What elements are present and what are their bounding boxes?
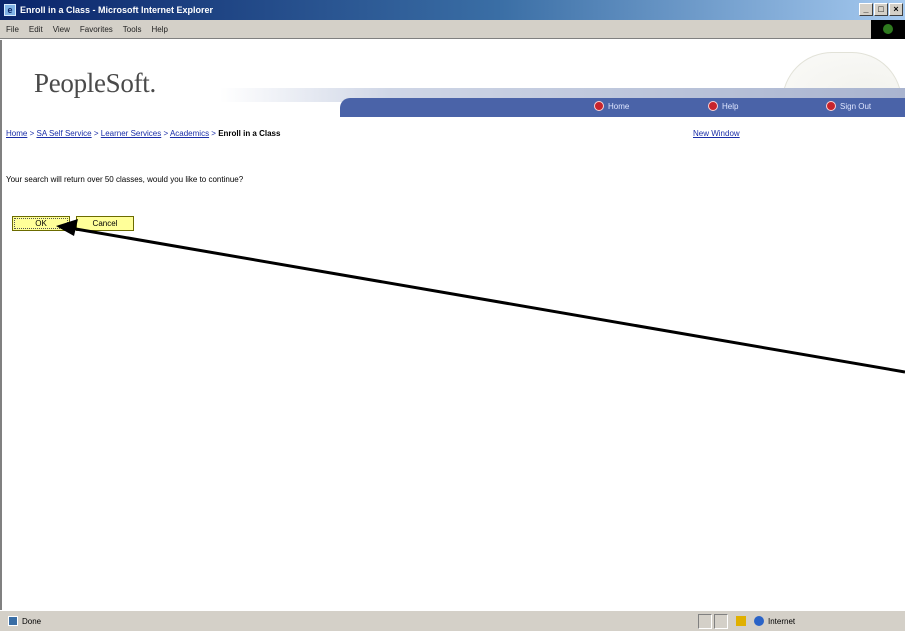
status-cell (698, 614, 712, 629)
breadcrumb-separator: > (211, 129, 216, 138)
nav-signout-label: Sign Out (840, 101, 872, 111)
menu-file[interactable]: File (6, 25, 19, 34)
status-done: Done (8, 616, 41, 626)
help-icon (708, 101, 718, 111)
lock-icon (736, 616, 746, 626)
signout-icon (826, 101, 836, 111)
window-title: Enroll in a Class - Microsoft Internet E… (20, 5, 214, 15)
menu-favorites[interactable]: Favorites (80, 25, 113, 34)
minimize-button[interactable]: _ (859, 3, 873, 16)
internet-zone-icon (754, 616, 764, 626)
nav-help-label: Help (722, 101, 739, 111)
menu-view[interactable]: View (53, 25, 70, 34)
nav-signout-link[interactable]: Sign Out (826, 101, 871, 111)
peoplesoft-logo: PeopleSoft. (34, 68, 156, 98)
windows-logo-throbber (871, 20, 905, 39)
breadcrumb-academics[interactable]: Academics (170, 129, 209, 138)
breadcrumb-sa-self-service[interactable]: SA Self Service (36, 129, 91, 138)
menu-edit[interactable]: Edit (29, 25, 43, 34)
window-controls: _ □ × (859, 3, 903, 16)
close-button[interactable]: × (889, 3, 903, 16)
home-icon (594, 101, 604, 111)
status-bar: Done Internet (0, 610, 905, 631)
page-done-icon (8, 616, 18, 626)
header-nav-bar: Home Help Sign Out (340, 98, 905, 117)
new-window-link[interactable]: New Window (693, 129, 740, 138)
security-zone: Internet (754, 616, 795, 626)
window-title-bar: e Enroll in a Class - Microsoft Internet… (0, 0, 905, 20)
breadcrumb-separator: > (29, 129, 35, 138)
breadcrumb-separator: > (163, 129, 169, 138)
nav-home-link[interactable]: Home (594, 101, 629, 111)
breadcrumb-current: Enroll in a Class (218, 129, 281, 138)
maximize-button[interactable]: □ (874, 3, 888, 16)
peoplesoft-header: PeopleSoft. Home Help Sign Out (2, 40, 905, 118)
breadcrumb-learner-services[interactable]: Learner Services (101, 129, 161, 138)
menu-help[interactable]: Help (151, 25, 167, 34)
nav-home-label: Home (608, 101, 630, 111)
nav-help-link[interactable]: Help (708, 101, 738, 111)
ie-page-icon: e (4, 4, 16, 16)
menu-tools[interactable]: Tools (123, 25, 142, 34)
status-text: Done (22, 616, 42, 626)
breadcrumb-home[interactable]: Home (6, 129, 27, 138)
page-content: PeopleSoft. Home Help Sign Out Home > SA… (0, 40, 905, 610)
cancel-button[interactable]: Cancel (76, 216, 134, 231)
status-cell (714, 614, 728, 629)
zone-label: Internet (768, 616, 796, 626)
breadcrumb-separator: > (93, 129, 99, 138)
breadcrumb: Home > SA Self Service > Learner Service… (6, 129, 280, 138)
confirmation-message: Your search will return over 50 classes,… (6, 175, 244, 184)
menu-bar: File Edit View Favorites Tools Help (0, 20, 905, 39)
ok-button[interactable]: OK (12, 216, 70, 231)
